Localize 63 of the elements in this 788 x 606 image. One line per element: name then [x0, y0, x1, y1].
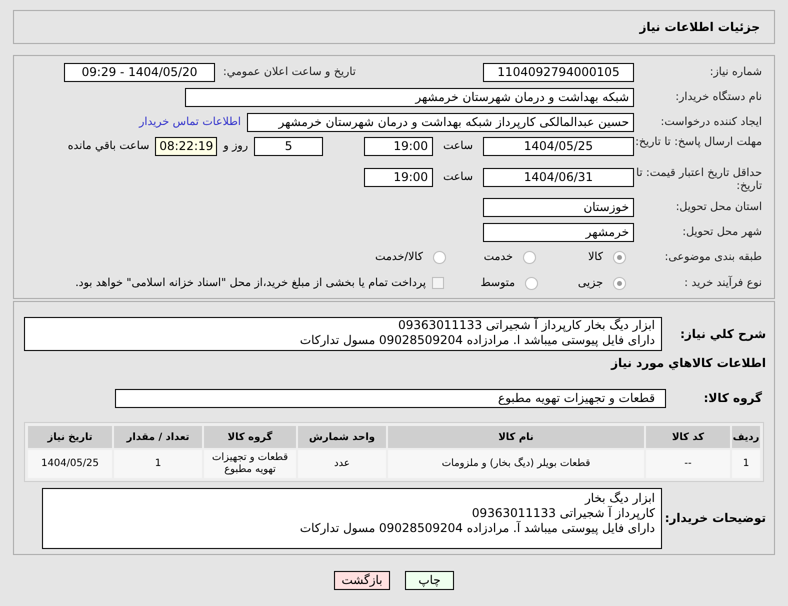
radio-button[interactable]: [525, 276, 538, 290]
field-label: نام دستگاه خریدار:: [674, 89, 762, 106]
column-header: نام کالا: [388, 426, 644, 448]
province-field[interactable]: خوزستان: [483, 198, 634, 217]
column-header: تاریخ نیاز: [28, 426, 112, 448]
field-label: استان محل تحویل:: [674, 199, 762, 216]
table-cell: قطعات و تجهیزات تهویه مطبوع: [204, 450, 296, 478]
back-button[interactable]: بازگشت: [334, 571, 390, 590]
remaining-label: ساعت باقي مانده: [68, 138, 150, 154]
description-field[interactable]: ابزار دیگ بخار کارپرداز آ شجیراتی 09363011133 دارای فایل پیوستی میباشد ا. مرادزاده 09028509204 مسول تدارکات: [24, 317, 662, 351]
column-header: تعداد / مقدار: [114, 426, 202, 448]
column-header: گروه کالا: [204, 426, 296, 448]
time-field[interactable]: 19:00: [364, 168, 434, 187]
requester-field[interactable]: حسین عبدالمالکی کارپرداز شبکه بهداشت و درمان شهرستان خرمشهر: [247, 113, 634, 132]
radio-button[interactable]: [613, 251, 626, 264]
field-label: ایجاد کننده درخواست:: [660, 114, 762, 130]
city-field[interactable]: خرمشهر: [483, 223, 634, 242]
buyer-org-field[interactable]: شبکه بهداشت و درمان شهرستان خرمشهر: [185, 88, 634, 107]
goods-group-field[interactable]: قطعات و تجهیزات تهویه مطبوع: [115, 388, 666, 408]
announcement-field[interactable]: 1404/05/20 - 09:29: [64, 63, 215, 82]
table-cell: 1: [114, 450, 202, 478]
table-cell: 1: [732, 450, 760, 478]
section-title: اطلاعات کالاهاي مورد نیاز: [611, 355, 766, 372]
radio-button[interactable]: [433, 251, 446, 264]
radio-button[interactable]: [613, 276, 626, 290]
table-cell: --: [646, 450, 730, 478]
date-field[interactable]: 1404/05/25: [483, 137, 634, 156]
field-label: توضیحات خریدار:: [664, 510, 766, 527]
field-label: مهلت ارسال پاسخ: تا تاریخ:: [634, 135, 762, 148]
field-label: گروه کالا:: [702, 390, 763, 407]
payment-note: پرداخت تمام یا بخشی از مبلغ خرید،از محل "اسناد خزانه اسلامی" خواهد بود.: [75, 274, 426, 291]
column-header: ردیف: [732, 426, 760, 448]
radio-button[interactable]: [523, 251, 536, 264]
column-header: کد کالا: [646, 426, 730, 448]
contact-link[interactable]: اطلاعات تماس خریدار: [139, 114, 241, 131]
field-label: شرح کلي نیاز:: [679, 326, 766, 343]
table-cell: قطعات بویلر (دیگ بخار) و ملزومات: [388, 450, 644, 478]
time-label: ساعت: [443, 138, 473, 154]
radio-label: خدمت: [484, 249, 513, 266]
radio-label: جزیی: [578, 274, 603, 291]
days-field[interactable]: 5: [254, 137, 324, 156]
time-field[interactable]: 19:00: [364, 137, 434, 156]
radio-label: کالا: [588, 249, 603, 266]
checkbox[interactable]: [432, 277, 444, 289]
column-header: واحد شمارش: [298, 426, 386, 448]
time-label: ساعت: [443, 169, 473, 185]
field-label: نوع فرآیند خرید :: [683, 274, 762, 291]
table-cell: عدد: [298, 450, 386, 478]
table-cell: 1404/05/25: [28, 450, 112, 478]
field-label: شهر محل تحویل:: [681, 224, 762, 240]
radio-label: کالا/خدمت: [375, 249, 423, 266]
page-title: جزئیات اطلاعات نیاز: [639, 19, 760, 36]
days-label: روز و: [223, 138, 248, 154]
radio-label: متوسط: [480, 274, 515, 291]
field-label: شماره نیاز:: [708, 64, 762, 80]
field-label: تاریخ و ساعت اعلان عمومي:: [223, 64, 356, 80]
field-label: طبقه بندی موضوعی:: [664, 249, 762, 266]
date-field[interactable]: 1404/06/31: [483, 168, 634, 187]
buyer-notes-field[interactable]: ابزار دیگ بخار کارپرداز آ شجیراتی 09363011133 دارای فایل پیوستی میباشد آ. مرادزاده 09028509204 مسول تدارکات: [42, 488, 662, 548]
need-number-field[interactable]: 1104092794000105: [483, 63, 634, 82]
print-button[interactable]: چاپ: [405, 571, 454, 590]
remaining-time-field[interactable]: 08:22:19: [155, 137, 218, 156]
field-label: حداقل تاریخ اعتبار قیمت: تا تاریخ:: [635, 166, 762, 192]
